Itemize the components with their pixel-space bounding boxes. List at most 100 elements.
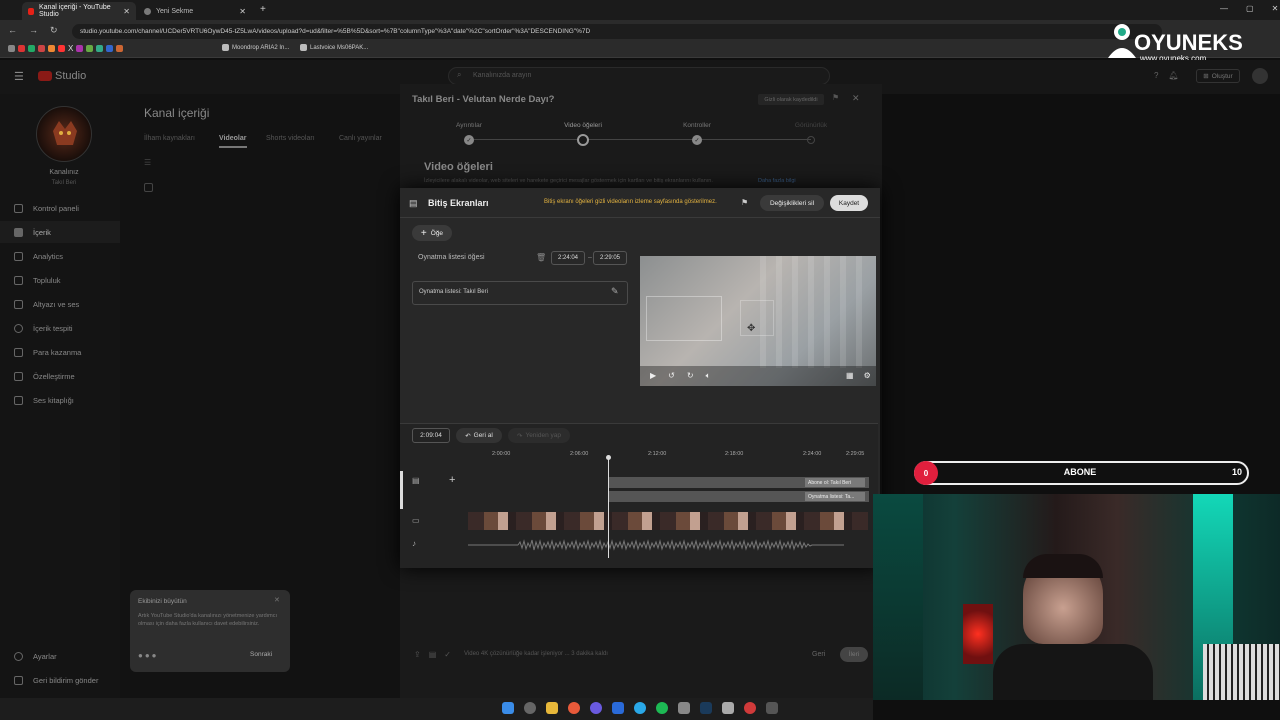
step-details-label[interactable]: Ayrıntılar xyxy=(449,122,489,129)
sidebar-item-content[interactable]: İçerik xyxy=(0,221,120,243)
step-current-indicator-icon[interactable] xyxy=(577,134,589,146)
current-time-input[interactable]: 2:09:04 xyxy=(412,428,450,443)
tooltip-next-button[interactable]: Sonraki xyxy=(250,651,272,658)
app-icon[interactable] xyxy=(722,702,734,714)
sidebar-item-customization[interactable]: Özelleştirme xyxy=(0,365,120,387)
app-icon[interactable] xyxy=(678,702,690,714)
spotify-icon[interactable] xyxy=(656,702,668,714)
url-input[interactable]: studio.youtube.com/channel/UCDer5VRTU6Oy… xyxy=(72,24,1162,39)
grid-icon[interactable]: ▦ xyxy=(846,371,854,380)
step-pending-icon[interactable] xyxy=(807,136,815,144)
minimize-icon[interactable]: — xyxy=(1220,4,1228,13)
channel-avatar[interactable] xyxy=(36,106,92,162)
play-icon[interactable]: ▶ xyxy=(650,371,656,381)
close-window-icon[interactable]: ✕ xyxy=(1272,4,1279,13)
undo-button[interactable]: ↶ Geri al xyxy=(456,428,502,443)
end-screen-element-box[interactable] xyxy=(646,296,722,341)
obs-icon[interactable] xyxy=(744,702,756,714)
gmail-icon[interactable] xyxy=(18,45,25,52)
volume-icon[interactable]: 🔈︎ xyxy=(706,371,711,381)
start-time-input[interactable]: 2:24:04 xyxy=(551,251,585,265)
close-icon[interactable]: ✕ xyxy=(852,93,860,104)
reload-icon[interactable]: ↻ xyxy=(50,25,58,36)
settings-gear-icon[interactable]: ⚙ xyxy=(864,371,871,380)
add-track-element-icon[interactable]: + xyxy=(449,474,455,486)
avatar[interactable] xyxy=(1252,68,1268,84)
tab-shorts[interactable]: Shorts videoları xyxy=(266,135,315,142)
playhead-handle[interactable] xyxy=(606,455,611,460)
sidebar-item-earn[interactable]: Para kazanma xyxy=(0,341,120,363)
subscribe-track-label[interactable]: Abone ol: Takıl Beri xyxy=(805,478,865,487)
feedback-flag-icon[interactable]: ⚑ xyxy=(741,198,748,207)
search-icon[interactable] xyxy=(524,702,536,714)
bookmark-icon[interactable] xyxy=(106,45,114,52)
bookmark-icon[interactable] xyxy=(76,45,84,52)
sidebar-item-dashboard[interactable]: Kontrol paneli xyxy=(0,197,120,219)
discord-icon[interactable] xyxy=(590,702,602,714)
file-explorer-icon[interactable] xyxy=(546,702,558,714)
app-icon[interactable] xyxy=(766,702,778,714)
bookmark-icon[interactable] xyxy=(86,45,94,52)
bookmark-icons[interactable]: X xyxy=(8,44,124,53)
chrome-icon[interactable] xyxy=(568,702,580,714)
learn-more-link[interactable]: Daha fazla bilgi xyxy=(758,178,796,184)
close-tab-icon[interactable]: ✕ xyxy=(123,7,130,16)
close-tab-icon[interactable]: ✕ xyxy=(239,7,246,16)
back-button[interactable]: Geri xyxy=(812,651,825,658)
bookmark-icon[interactable] xyxy=(116,45,124,52)
notifications-bell-icon[interactable]: 🔔︎ xyxy=(1168,71,1178,80)
step-done-check-icon[interactable]: ✓ xyxy=(692,135,702,145)
telegram-icon[interactable] xyxy=(634,702,646,714)
tab-inspiration[interactable]: İlham kaynakları xyxy=(144,135,195,142)
app-icon[interactable] xyxy=(612,702,624,714)
end-time-input[interactable]: 2:29:05 xyxy=(593,251,627,265)
trash-icon[interactable]: 🗑︎ xyxy=(536,253,546,262)
back-arrow-icon[interactable]: ← xyxy=(8,25,17,36)
bookmark-lastvoice[interactable]: Lastvoice Ms06PAK... xyxy=(300,44,368,51)
next-button[interactable]: İleri xyxy=(840,647,868,662)
steam-icon[interactable] xyxy=(700,702,712,714)
channel-search-input[interactable]: Kanalınızda arayın xyxy=(448,67,830,85)
sidebar-item-settings[interactable]: Ayarlar xyxy=(0,645,120,667)
playhead[interactable] xyxy=(608,458,609,558)
bookmark-icon[interactable] xyxy=(48,45,55,52)
tab-new[interactable]: Yeni Sekme ✕ xyxy=(138,2,252,20)
step-video-elements-label[interactable]: Video öğeleri xyxy=(553,122,613,129)
video-thumbnail-strip[interactable] xyxy=(468,512,868,530)
sidebar-item-feedback[interactable]: Geri bildirim gönder xyxy=(0,669,120,691)
feedback-icon[interactable]: ⚑ xyxy=(832,93,839,102)
redo-button[interactable]: ↷ Yeniden yap xyxy=(508,428,570,443)
select-all-checkbox[interactable] xyxy=(144,183,153,192)
menu-hamburger-icon[interactable]: ☰ xyxy=(14,70,24,83)
tab-youtube-studio[interactable]: Kanal içeriği - YouTube Studio ✕ xyxy=(22,2,136,20)
create-button[interactable]: ⊞ Oluştur xyxy=(1196,69,1240,83)
discard-changes-button[interactable]: Değişiklikleri sil xyxy=(760,195,824,211)
tab-live[interactable]: Canlı yayınlar xyxy=(339,135,382,142)
x-bookmark-icon[interactable]: X xyxy=(68,44,73,53)
bookmark-moondrop[interactable]: Moondrop ARIA2 In... xyxy=(222,44,289,51)
sidebar-item-community[interactable]: Topluluk xyxy=(0,269,120,291)
playlist-track-label[interactable]: Oynatma listesi: Ta... xyxy=(805,492,865,501)
end-screen-element-box[interactable] xyxy=(740,300,774,336)
playlist-field[interactable]: Oynatma listesi: Takıl Beri xyxy=(412,281,628,305)
save-button[interactable]: Kaydet xyxy=(830,195,868,211)
sidebar-item-audio-library[interactable]: Ses kitaplığı xyxy=(0,389,120,411)
forward-icon[interactable]: ↻ xyxy=(687,371,694,381)
studio-logo[interactable]: Studio xyxy=(38,70,86,82)
step-done-check-icon[interactable]: ✓ xyxy=(464,135,474,145)
youtube-bookmark-icon[interactable] xyxy=(58,45,65,52)
step-checks-label[interactable]: Kontroller xyxy=(672,122,722,129)
sidebar-item-analytics[interactable]: Analytics xyxy=(0,245,120,267)
apps-icon[interactable] xyxy=(8,45,15,52)
sidebar-item-subtitles[interactable]: Altyazı ve ses xyxy=(0,293,120,315)
tooltip-close-icon[interactable]: ✕ xyxy=(274,596,280,604)
help-icon[interactable]: ? xyxy=(1154,71,1158,80)
tab-videos[interactable]: Videolar xyxy=(219,135,247,142)
filter-icon[interactable]: ☰ xyxy=(144,158,151,167)
maximize-icon[interactable]: ▢ xyxy=(1246,4,1254,13)
step-visibility-label[interactable]: Görünürlük xyxy=(786,122,836,129)
sidebar-item-copyright[interactable]: İçerik tespiti xyxy=(0,317,120,339)
bookmark-icon[interactable] xyxy=(28,45,35,52)
windows-start-icon[interactable] xyxy=(502,702,514,714)
forward-arrow-icon[interactable]: → xyxy=(29,25,38,36)
